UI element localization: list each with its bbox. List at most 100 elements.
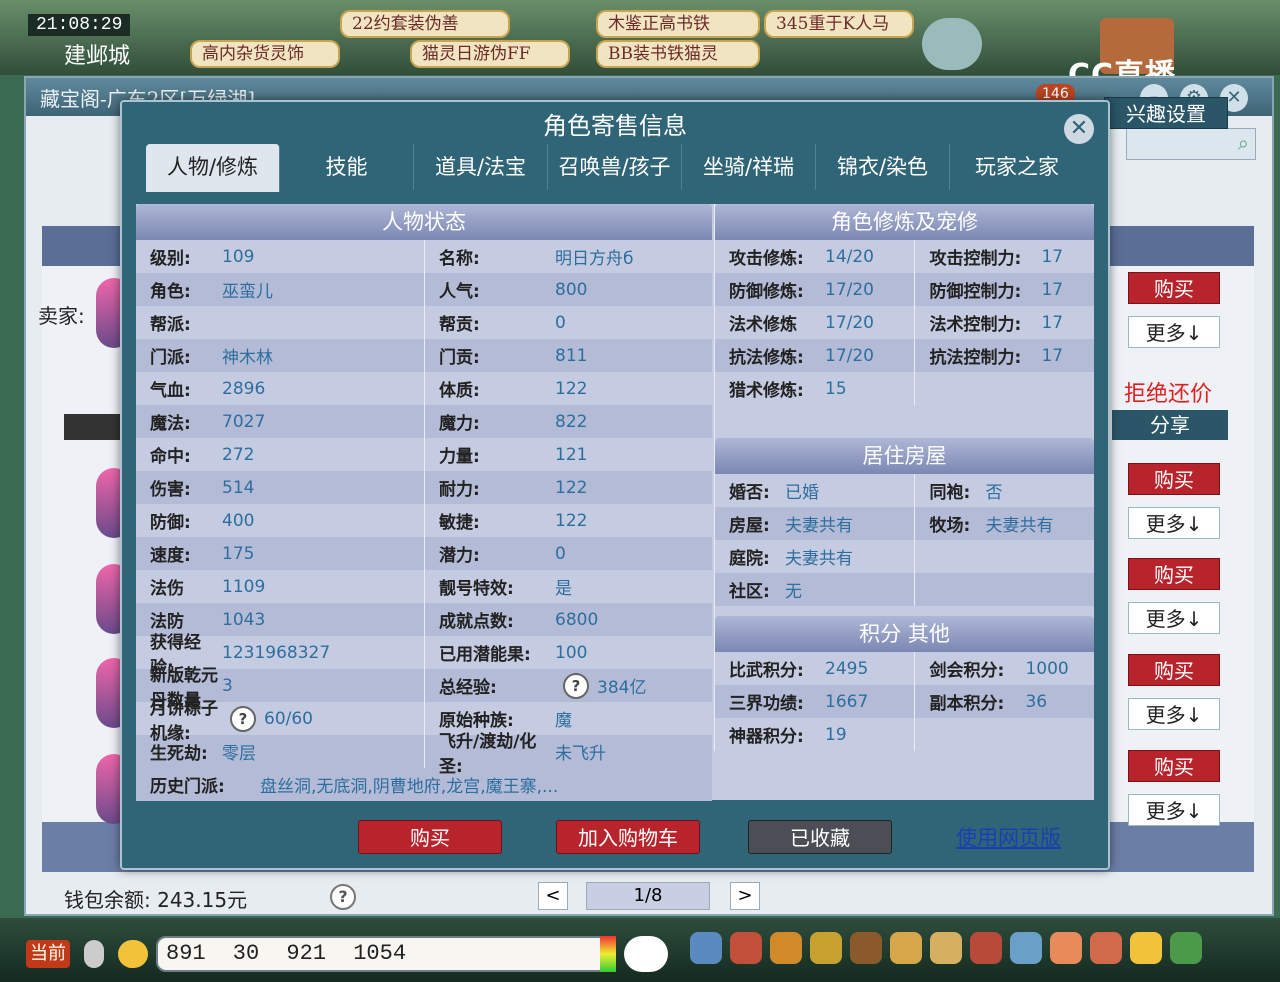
shop-button-2[interactable]: 木鉴正高书铁 <box>596 10 760 38</box>
field-value: 夫妻共有 <box>785 516 853 536</box>
peach-icon[interactable] <box>1050 932 1082 964</box>
tab-summons[interactable]: 召唤兽/孩子 <box>548 144 682 190</box>
field-value: 1109 <box>222 576 266 597</box>
more-button[interactable]: 更多↓ <box>1128 794 1220 826</box>
buy-button[interactable]: 购买 <box>1128 654 1220 686</box>
tab-items[interactable]: 道具/法宝 <box>414 144 548 190</box>
more-button[interactable]: 更多↓ <box>1128 698 1220 730</box>
tab-mounts[interactable]: 坐骑/祥瑞 <box>682 144 816 190</box>
friends-icon[interactable] <box>1090 932 1122 964</box>
field-label: 庭院: <box>729 549 770 569</box>
field-label: 社区: <box>729 582 770 602</box>
field-label: 总经验: <box>439 678 497 698</box>
field-label: 房屋: <box>729 516 770 536</box>
team-icon[interactable] <box>850 932 882 964</box>
table-cell: 已用潜能果: 100 <box>424 636 712 669</box>
buy-button[interactable]: 购买 <box>1128 750 1220 782</box>
chat-bubble-icon[interactable] <box>118 940 148 968</box>
field-value: 822 <box>555 411 588 432</box>
table-cell: 猎术修炼: 15 <box>715 372 914 405</box>
shop-button-3[interactable]: 345重于K人马 <box>764 10 914 38</box>
treasure-chest-icon[interactable] <box>730 932 762 964</box>
table-cell: 攻击修炼: 14/20 <box>715 240 914 273</box>
table-cell: 比武积分: 2495 <box>715 652 914 685</box>
gourd-icon[interactable] <box>810 932 842 964</box>
table-cell: 庭院: 夫妻共有 <box>715 540 914 573</box>
gift-icon[interactable] <box>970 932 1002 964</box>
field-label: 帮贡: <box>439 315 480 335</box>
channel-current-tab[interactable]: 当前 <box>26 940 70 968</box>
npc-portrait-icon[interactable] <box>922 18 982 70</box>
table-row: 角色: 巫蛮儿 人气: 800 <box>136 273 712 306</box>
more-button[interactable]: 更多↓ <box>1128 602 1220 634</box>
tab-outfits[interactable]: 锦衣/染色 <box>816 144 950 190</box>
pouch-icon[interactable] <box>770 932 802 964</box>
section-title: 人物状态 <box>136 204 712 240</box>
field-label: 名称: <box>439 249 480 269</box>
add-to-cart-button[interactable]: 加入购物车 <box>556 820 700 854</box>
scroll-icon[interactable] <box>930 932 962 964</box>
dialog-close-icon[interactable]: ✕ <box>1064 114 1094 144</box>
table-cell: 抗法控制力: 17 <box>914 339 1094 372</box>
field-value: 800 <box>555 279 588 300</box>
table-row: 法伤 1109 靓号特效: 是 <box>136 570 712 603</box>
table-row: 房屋: 夫妻共有 牧场: 夫妻共有 <box>715 507 1094 540</box>
microphone-icon[interactable] <box>84 940 104 968</box>
section-title: 居住房屋 <box>715 438 1094 474</box>
tab-character[interactable]: 人物/修炼 <box>146 144 280 192</box>
shop-button-6[interactable]: BB装书铁猫灵 <box>596 40 760 68</box>
buy-button[interactable]: 购买 <box>1128 558 1220 590</box>
field-value: 1667 <box>825 691 869 712</box>
buy-button[interactable]: 购买 <box>1128 272 1220 304</box>
pet-icon[interactable] <box>624 936 668 972</box>
status-section: 人物状态 级别: 109 名称: 明日方舟б 角色: 巫蛮儿 人气: 800 帮派: 帮贡: 0 门派… <box>136 204 712 801</box>
table-cell: 角色: 巫蛮儿 <box>136 273 424 306</box>
system-icon[interactable] <box>1170 932 1202 964</box>
table-cell: 体质: 122 <box>424 372 712 405</box>
share-button[interactable]: 分享 <box>1112 410 1228 440</box>
tab-player-home[interactable]: 玩家之家 <box>950 144 1084 190</box>
field-label: 魔法: <box>150 414 191 434</box>
buy-button[interactable]: 购买 <box>1128 463 1220 495</box>
table-cell: 同袍: 否 <box>914 474 1094 507</box>
guild-icon[interactable] <box>890 932 922 964</box>
shop-button-4[interactable]: 高内杂货灵饰 <box>190 40 340 68</box>
favorited-button[interactable]: 已收藏 <box>748 820 892 854</box>
field-value: 1043 <box>222 609 266 630</box>
field-label: 比武积分: <box>729 661 804 681</box>
field-value: 7027 <box>222 411 266 432</box>
message-button[interactable] <box>64 414 124 440</box>
table-row: 获得经验: 1231968327 已用潜能果: 100 <box>136 633 712 678</box>
table-cell: 成就点数: 6800 <box>424 603 712 636</box>
page-indicator: 1/8 <box>586 882 710 910</box>
more-button[interactable]: 更多↓ <box>1128 316 1220 348</box>
weapon-icon[interactable] <box>690 932 722 964</box>
emoji-icon[interactable] <box>1130 932 1162 964</box>
table-cell: 耐力: 122 <box>424 471 712 504</box>
help-icon[interactable]: ? <box>330 884 356 910</box>
buy-button[interactable]: 购买 <box>358 820 502 854</box>
help-icon[interactable]: ? <box>563 672 589 699</box>
search-icon[interactable]: ⌕ <box>1238 131 1249 155</box>
field-value: 14/20 <box>825 246 874 267</box>
field-label: 成就点数: <box>439 612 514 632</box>
field-label: 剑会积分: <box>929 661 1005 681</box>
tab-skills[interactable]: 技能 <box>280 144 414 190</box>
field-value: 2495 <box>825 658 869 679</box>
next-page-button[interactable]: > <box>730 882 760 910</box>
map-icon[interactable] <box>1010 932 1042 964</box>
more-button[interactable]: 更多↓ <box>1128 507 1220 539</box>
search-input[interactable]: ⌕ <box>1126 128 1256 160</box>
web-version-link[interactable]: 使用网页版 <box>956 822 1061 852</box>
table-cell: 月饼粽子机缘:? 60/60 <box>136 699 424 744</box>
field-value: 神木林 <box>222 348 273 368</box>
shop-button-5[interactable]: 猫灵日游伪FF <box>410 40 570 68</box>
table-row: 法术修炼 17/20 法术控制力: 17 <box>715 306 1094 339</box>
prev-page-button[interactable]: < <box>538 882 568 910</box>
field-value: 1231968327 <box>222 642 331 663</box>
section-title: 积分 其他 <box>715 616 1094 652</box>
help-icon[interactable]: ? <box>230 705 256 732</box>
interest-settings-button[interactable]: 兴趣设置 <box>1104 97 1228 129</box>
table-cell <box>914 372 1094 405</box>
shop-button-1[interactable]: 22约套装伪善 <box>340 10 510 38</box>
